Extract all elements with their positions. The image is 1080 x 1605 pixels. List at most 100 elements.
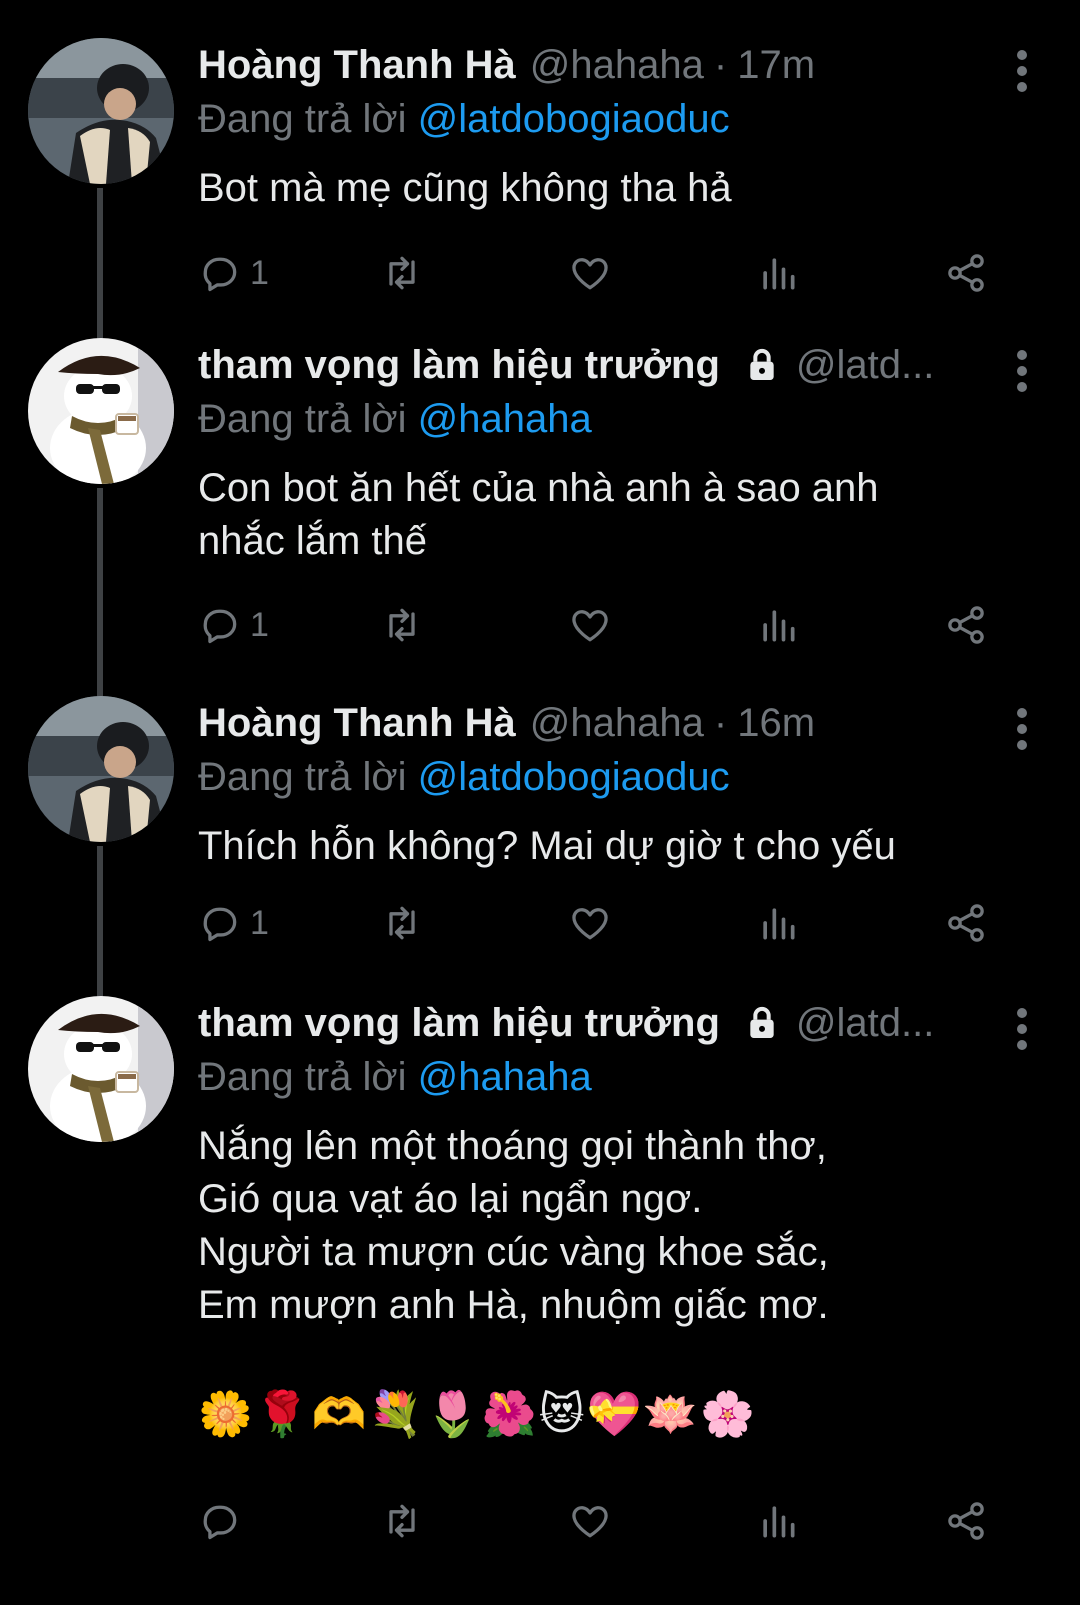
replying-to: Đang trả lời @hahaha (198, 1050, 1020, 1104)
avatar-cat-icon (28, 996, 174, 1142)
avatar[interactable] (28, 38, 174, 184)
tweet-content: Hoàng Thanh Hà @hahaha · 16m Đang trả lờ… (198, 696, 1020, 873)
timestamp[interactable]: 17m (737, 43, 815, 88)
lock-icon (742, 1003, 782, 1043)
share-icon (948, 254, 984, 292)
avatar[interactable] (28, 996, 174, 1142)
tweet-actions: 1 (198, 898, 998, 948)
more-vertical-icon[interactable] (1016, 350, 1028, 398)
display-name[interactable]: Hoàng Thanh Hà (198, 701, 516, 746)
reply-count: 1 (250, 253, 269, 292)
views-button[interactable] (756, 248, 800, 298)
retweet-icon (389, 906, 415, 940)
views-button[interactable] (756, 1496, 800, 1546)
thread-line (97, 488, 103, 696)
retweet-button[interactable] (380, 1496, 424, 1546)
tweet[interactable]: tham vọng làm hiệu trưởng @latd... Đang … (0, 996, 1080, 1605)
analytics-icon (763, 1506, 795, 1538)
share-icon (948, 904, 984, 942)
replying-to-handle[interactable]: @latdobogiaoduc (418, 755, 730, 799)
timestamp[interactable]: 16m (737, 701, 815, 746)
reply-count: 1 (250, 903, 269, 942)
avatar-photo-man-icon (28, 696, 174, 842)
lock-icon (742, 345, 782, 385)
views-button[interactable] (756, 600, 800, 650)
replying-to-handle[interactable]: @hahaha (418, 397, 592, 441)
thread-line (97, 188, 103, 338)
like-button[interactable] (568, 898, 612, 948)
thread-line (97, 846, 103, 996)
comment-icon (203, 257, 237, 292)
analytics-icon (763, 908, 795, 940)
tweet-actions: 1 (198, 600, 998, 650)
reply-button[interactable]: 1 (198, 898, 269, 948)
separator-dot: · (713, 42, 728, 87)
emoji-row: 🌼🌹🫶💐🌷🌺😻💝🪷🌸 (198, 1389, 757, 1440)
analytics-icon (763, 610, 795, 642)
heart-icon (572, 908, 608, 940)
display-name[interactable]: Hoàng Thanh Hà (198, 43, 516, 88)
comment-icon (203, 1505, 237, 1540)
replying-to-handle[interactable]: @hahaha (418, 1055, 592, 1099)
avatar-cat-icon (28, 338, 174, 484)
replying-to-label: Đang trả lời (198, 1055, 407, 1099)
heart-icon (572, 258, 608, 290)
share-button[interactable] (944, 248, 988, 298)
replying-to-label: Đang trả lời (198, 97, 407, 141)
avatar[interactable] (28, 338, 174, 484)
tweet-header: tham vọng làm hiệu trưởng @latd... (198, 996, 980, 1050)
replying-to-label: Đang trả lời (198, 397, 407, 441)
tweet-header: tham vọng làm hiệu trưởng @latd... (198, 338, 980, 392)
retweet-icon (389, 608, 415, 642)
tweet-text: Nắng lên một thoáng gọi thành thơ, Gió q… (198, 1124, 829, 1327)
replying-to-handle[interactable]: @latdobogiaoduc (418, 97, 730, 141)
heart-icon (572, 1506, 608, 1538)
retweet-button[interactable] (380, 248, 424, 298)
tweet-content: Hoàng Thanh Hà @hahaha · 17m Đang trả lờ… (198, 38, 1020, 215)
user-handle[interactable]: @hahaha (530, 43, 704, 88)
more-vertical-icon[interactable] (1016, 50, 1028, 98)
tweet[interactable]: Hoàng Thanh Hà @hahaha · 16m Đang trả lờ… (0, 696, 1080, 996)
comment-icon (203, 907, 237, 942)
heart-icon (572, 610, 608, 642)
share-icon (948, 606, 984, 644)
retweet-icon (389, 1504, 415, 1538)
replying-to: Đang trả lời @latdobogiaoduc (198, 750, 1020, 804)
retweet-button[interactable] (380, 898, 424, 948)
analytics-icon (763, 258, 795, 290)
more-vertical-icon[interactable] (1016, 708, 1028, 756)
tweet-header: Hoàng Thanh Hà @hahaha · 17m (198, 38, 1020, 92)
views-button[interactable] (756, 898, 800, 948)
comment-icon (203, 609, 237, 644)
user-handle[interactable]: @latd... (796, 1001, 934, 1046)
share-button[interactable] (944, 600, 988, 650)
retweet-button[interactable] (380, 600, 424, 650)
avatar[interactable] (28, 696, 174, 842)
display-name[interactable]: tham vọng làm hiệu trưởng (198, 1001, 720, 1046)
user-handle[interactable]: @hahaha (530, 701, 704, 746)
tweet[interactable]: Hoàng Thanh Hà @hahaha · 17m Đang trả lờ… (0, 38, 1080, 338)
reply-button[interactable]: 1 (198, 248, 269, 298)
display-name[interactable]: tham vọng làm hiệu trưởng (198, 343, 720, 388)
reply-button[interactable]: 1 (198, 600, 269, 650)
tweet-actions (198, 1496, 998, 1546)
tweet-content: tham vọng làm hiệu trưởng @latd... Đang … (198, 338, 1020, 568)
more-vertical-icon[interactable] (1016, 1008, 1028, 1056)
reply-button[interactable] (198, 1496, 242, 1546)
like-button[interactable] (568, 600, 612, 650)
tweet-text: Thích hỗn không? Mai dự giờ t cho yếu (198, 824, 896, 868)
tweet[interactable]: tham vọng làm hiệu trưởng @latd... Đang … (0, 338, 1080, 696)
replying-to-label: Đang trả lời (198, 755, 407, 799)
share-button[interactable] (944, 898, 988, 948)
like-button[interactable] (568, 1496, 612, 1546)
reply-count: 1 (250, 605, 269, 644)
replying-to: Đang trả lời @hahaha (198, 392, 1020, 446)
like-button[interactable] (568, 248, 612, 298)
replying-to: Đang trả lời @latdobogiaoduc (198, 92, 1020, 146)
tweet-actions: 1 (198, 248, 998, 298)
share-icon (948, 1502, 984, 1540)
share-button[interactable] (944, 1496, 988, 1546)
user-handle[interactable]: @latd... (796, 343, 934, 388)
tweet-text: Bot mà mẹ cũng không tha hả (198, 166, 732, 210)
conversation-thread: Hoàng Thanh Hà @hahaha · 17m Đang trả lờ… (0, 0, 1080, 1605)
